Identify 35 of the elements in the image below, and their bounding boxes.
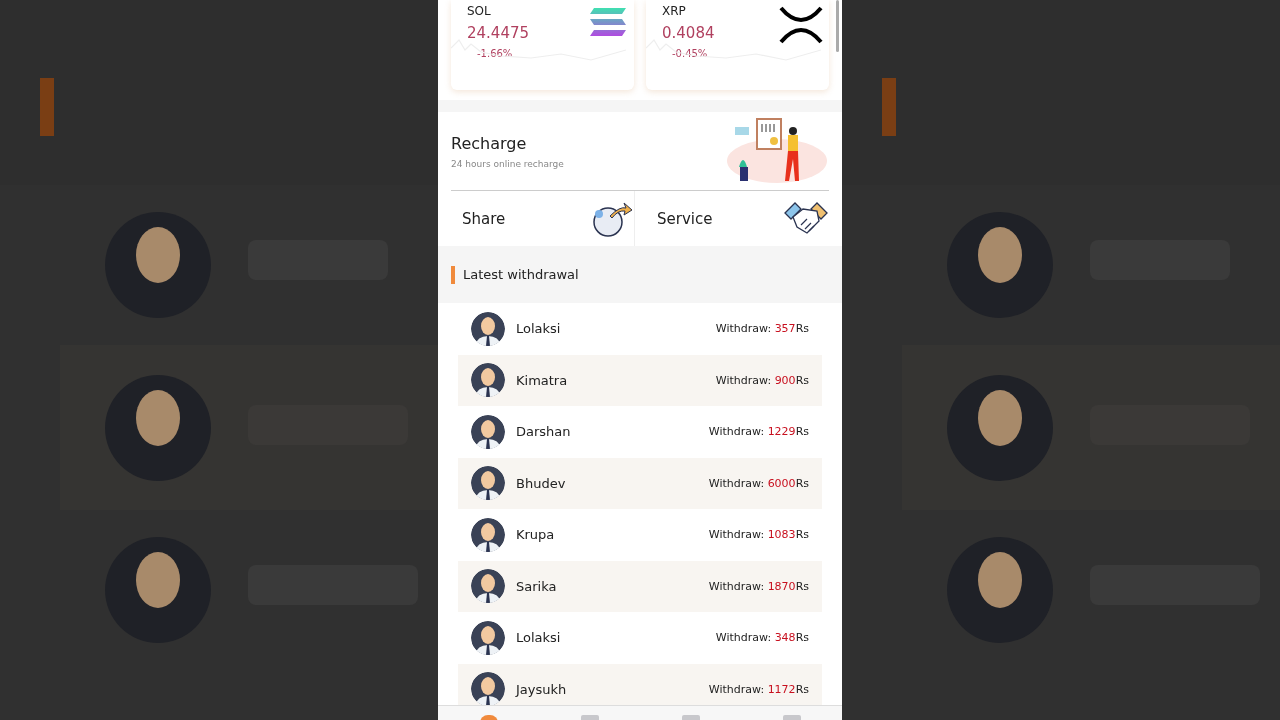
avatar-icon bbox=[471, 517, 505, 552]
avatar-icon bbox=[471, 363, 505, 398]
coin-symbol: XRP bbox=[662, 4, 686, 18]
withdraw-amount: Withdraw: 357Rs bbox=[715, 322, 809, 336]
section-title: Latest withdrawal bbox=[463, 267, 579, 282]
user-name: Kimatra bbox=[516, 372, 569, 388]
coin-change: -0.45% bbox=[672, 48, 708, 59]
user-name: Jaysukh bbox=[516, 681, 568, 697]
recharge-title[interactable]: Recharge bbox=[451, 133, 564, 153]
shortcut-label[interactable]: Service bbox=[657, 209, 713, 228]
avatar-icon bbox=[471, 620, 505, 655]
user-name: Bhudev bbox=[516, 475, 567, 491]
coin-card[interactable]: XRP 0.4084 -0.45% bbox=[646, 0, 829, 90]
user-name: Lolaksi bbox=[516, 321, 562, 337]
avatar-icon bbox=[471, 466, 505, 501]
coin-logo-icon bbox=[779, 6, 823, 44]
coin-symbol: SOL bbox=[467, 4, 491, 18]
withdraw-amount: Withdraw: 1229Rs bbox=[708, 425, 809, 439]
shortcut-label[interactable]: Share bbox=[462, 209, 506, 228]
avatar-icon bbox=[471, 311, 505, 346]
withdraw-amount: Withdraw: 900Rs bbox=[715, 373, 809, 387]
withdraw-amount: Withdraw: 6000Rs bbox=[708, 476, 809, 490]
withdraw-amount: Withdraw: 348Rs bbox=[715, 631, 809, 645]
withdraw-amount: Withdraw: 1870Rs bbox=[708, 579, 809, 593]
withdraw-amount: Withdraw: 1083Rs bbox=[708, 528, 809, 542]
user-name: Sarika bbox=[516, 578, 558, 594]
avatar-icon bbox=[471, 414, 505, 449]
recharge-subtitle: 24 hours online recharge bbox=[451, 158, 564, 169]
avatar-icon bbox=[471, 569, 505, 604]
coin-price: 0.4084 bbox=[662, 24, 715, 42]
coin-price: 24.4475 bbox=[467, 24, 530, 42]
user-name: Krupa bbox=[516, 527, 556, 543]
user-name: Lolaksi bbox=[516, 630, 562, 646]
withdraw-amount: Withdraw: 1172Rs bbox=[708, 682, 809, 696]
user-name: Darshan bbox=[516, 424, 572, 440]
